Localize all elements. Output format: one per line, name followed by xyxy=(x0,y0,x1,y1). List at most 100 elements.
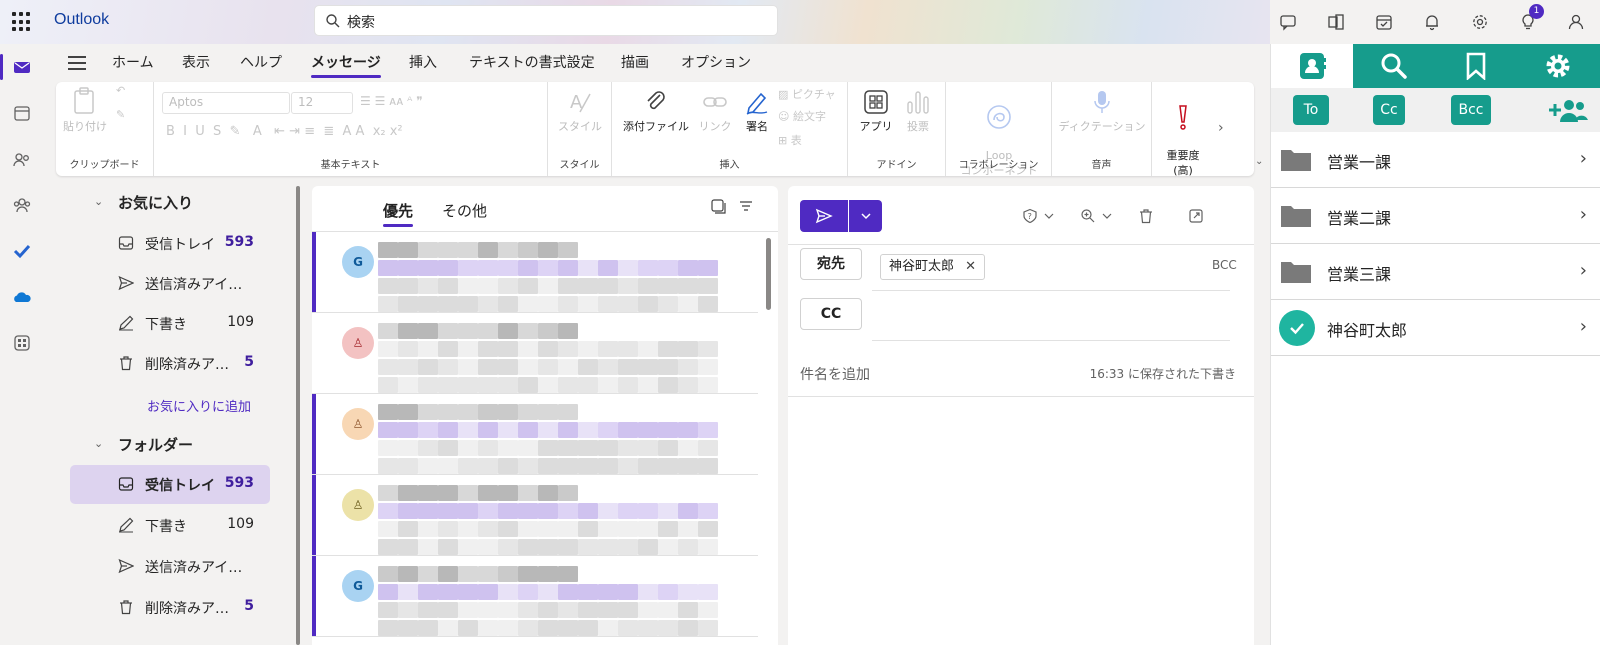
folder-inbox[interactable]: 受信トレイ 593 xyxy=(70,465,270,504)
message-row[interactable]: G xyxy=(312,232,758,313)
tab-home[interactable]: ホーム xyxy=(112,52,154,72)
tab-options[interactable]: オプション xyxy=(681,52,751,72)
addin-folder-row[interactable]: 営業三課 › xyxy=(1271,244,1600,300)
search-box[interactable]: 検索 xyxy=(314,5,778,36)
search-input[interactable]: 検索 xyxy=(347,12,375,32)
favorite-drafts[interactable]: 下書き 109 xyxy=(70,304,270,343)
tab-view[interactable]: 表示 xyxy=(182,52,210,72)
tab-format-text[interactable]: テキストの書式設定 xyxy=(469,52,595,72)
addin-tab-contacts[interactable] xyxy=(1271,44,1353,88)
tab-insert[interactable]: 挿入 xyxy=(409,52,437,72)
add-cc-button[interactable]: Cc xyxy=(1373,95,1405,125)
remove-recipient-icon[interactable]: ✕ xyxy=(965,255,976,279)
app-title[interactable]: Outlook xyxy=(54,11,109,29)
office-icon[interactable] xyxy=(1312,0,1360,44)
message-list-scrollbar[interactable] xyxy=(766,238,771,310)
discard-icon[interactable] xyxy=(1138,208,1154,224)
folder-drafts[interactable]: 下書き 109 xyxy=(70,506,270,545)
chevron-down-icon[interactable]: ⌄ xyxy=(94,437,104,450)
tab-other[interactable]: その他 xyxy=(442,200,487,221)
favorites-header[interactable]: お気に入り xyxy=(118,192,193,213)
send-options-button[interactable] xyxy=(849,200,882,232)
to-button[interactable]: 宛先 xyxy=(800,248,862,280)
chevron-down-icon[interactable]: ⌄ xyxy=(94,195,104,208)
addin-tab-bookmark[interactable] xyxy=(1435,44,1517,88)
picture-button[interactable]: ▨ ピクチャ xyxy=(778,86,836,102)
blur-pixel xyxy=(698,422,718,438)
sensitivity-icon[interactable]: ? xyxy=(1022,208,1038,224)
tab-help[interactable]: ヘルプ xyxy=(240,52,282,72)
addin-tab-search[interactable] xyxy=(1353,44,1435,88)
tab-draw[interactable]: 描画 xyxy=(621,52,649,72)
add-person-icon[interactable] xyxy=(1547,96,1589,124)
bcc-link[interactable]: BCC xyxy=(1212,258,1237,272)
font-name-select[interactable]: Aptos xyxy=(162,92,290,114)
signature-button[interactable]: 署名 xyxy=(732,88,782,134)
filter-icon[interactable] xyxy=(738,198,754,214)
groups-icon[interactable] xyxy=(0,182,44,228)
chevron-down-icon[interactable] xyxy=(1102,208,1112,224)
add-to-button[interactable]: To xyxy=(1293,95,1329,125)
folder-pane-scrollbar[interactable] xyxy=(296,186,300,645)
tab-focused[interactable]: 優先 xyxy=(383,200,414,227)
high-importance-button[interactable]: 重要度 (高) xyxy=(1158,88,1208,178)
zoom-icon[interactable] xyxy=(1080,208,1096,224)
bullets-icon[interactable]: ☰ ☰ ᴀᴀ ᴬ ❞ xyxy=(360,94,423,108)
account-icon[interactable] xyxy=(1552,0,1600,44)
blur-pixel xyxy=(638,260,658,276)
lightbulb-icon[interactable]: 1 xyxy=(1504,0,1552,44)
folder-sent[interactable]: 送信済みアイ… xyxy=(70,547,270,586)
message-row[interactable]: ♙ xyxy=(312,313,758,394)
add-to-favorites-link[interactable]: お気に入りに追加 xyxy=(147,396,251,415)
cc-button[interactable]: CC xyxy=(800,298,862,330)
blur-pixel xyxy=(438,377,458,393)
folder-deleted[interactable]: 削除済みア… 5 xyxy=(70,588,270,627)
calendar-icon[interactable] xyxy=(0,90,44,136)
apps-button[interactable]: アプリ xyxy=(854,88,898,134)
menu-icon[interactable] xyxy=(68,56,86,70)
onedrive-icon[interactable] xyxy=(0,274,44,320)
undo-icon[interactable]: ↶ xyxy=(116,84,125,97)
teams-chat-icon[interactable] xyxy=(1264,0,1312,44)
app-launcher-icon[interactable] xyxy=(12,12,32,32)
format-painter-icon[interactable]: ✎ xyxy=(116,108,125,121)
add-bcc-button[interactable]: Bcc xyxy=(1451,95,1491,125)
style-button[interactable]: A スタイル xyxy=(554,88,606,134)
mail-icon[interactable] xyxy=(0,44,44,90)
font-size-select[interactable]: 12 xyxy=(291,92,353,114)
addin-tab-settings[interactable] xyxy=(1517,44,1599,88)
pop-out-icon[interactable] xyxy=(1188,208,1204,224)
blur-pixel xyxy=(398,260,418,276)
more-apps-icon[interactable] xyxy=(0,320,44,366)
poll-button[interactable]: 投票 xyxy=(898,88,938,134)
message-row[interactable]: G xyxy=(312,556,758,637)
emoji-button[interactable]: ☺ 絵文字 xyxy=(778,108,826,124)
paste-button[interactable]: 貼り付け xyxy=(60,86,110,134)
folders-header[interactable]: フォルダー xyxy=(118,434,193,455)
send-button[interactable] xyxy=(800,200,848,232)
subject-input[interactable]: 件名を追加 xyxy=(800,364,870,384)
recipient-chip[interactable]: 神谷町太郎 ✕ xyxy=(880,254,986,280)
favorite-deleted[interactable]: 削除済みア… 5 xyxy=(70,344,270,383)
addin-folder-row[interactable]: 営業一課 › xyxy=(1271,132,1600,188)
favorite-inbox[interactable]: 受信トレイ 593 xyxy=(70,224,270,263)
ribbon-expand-icon[interactable]: ⌄ xyxy=(1255,156,1263,167)
text-format-icons[interactable]: B I U S ✎ A ⇤ ⇥ ≡ ≣ A A x₂ x² xyxy=(166,124,403,139)
message-row[interactable]: ♙ xyxy=(312,394,758,475)
dictation-button[interactable]: ディクテーション xyxy=(1054,88,1150,134)
attach-file-button[interactable]: 添付ファイル xyxy=(616,88,696,134)
addin-folder-row[interactable]: 営業二課 › xyxy=(1271,188,1600,244)
todo-icon[interactable] xyxy=(0,228,44,274)
table-button[interactable]: ⊞ 表 xyxy=(778,132,802,148)
favorite-sent[interactable]: 送信済みアイ… xyxy=(70,264,270,303)
tab-message[interactable]: メッセージ xyxy=(311,52,381,78)
addin-person-row[interactable]: 神谷町太郎 › xyxy=(1271,300,1600,356)
people-icon[interactable] xyxy=(0,136,44,182)
gear-icon[interactable] xyxy=(1456,0,1504,44)
select-mode-icon[interactable] xyxy=(710,198,726,214)
ribbon-scroll-right-icon[interactable]: › xyxy=(1218,120,1224,136)
chevron-down-icon[interactable] xyxy=(1044,208,1054,224)
message-row[interactable]: ♙ xyxy=(312,475,758,556)
calendar-check-icon[interactable] xyxy=(1360,0,1408,44)
bell-icon[interactable] xyxy=(1408,0,1456,44)
